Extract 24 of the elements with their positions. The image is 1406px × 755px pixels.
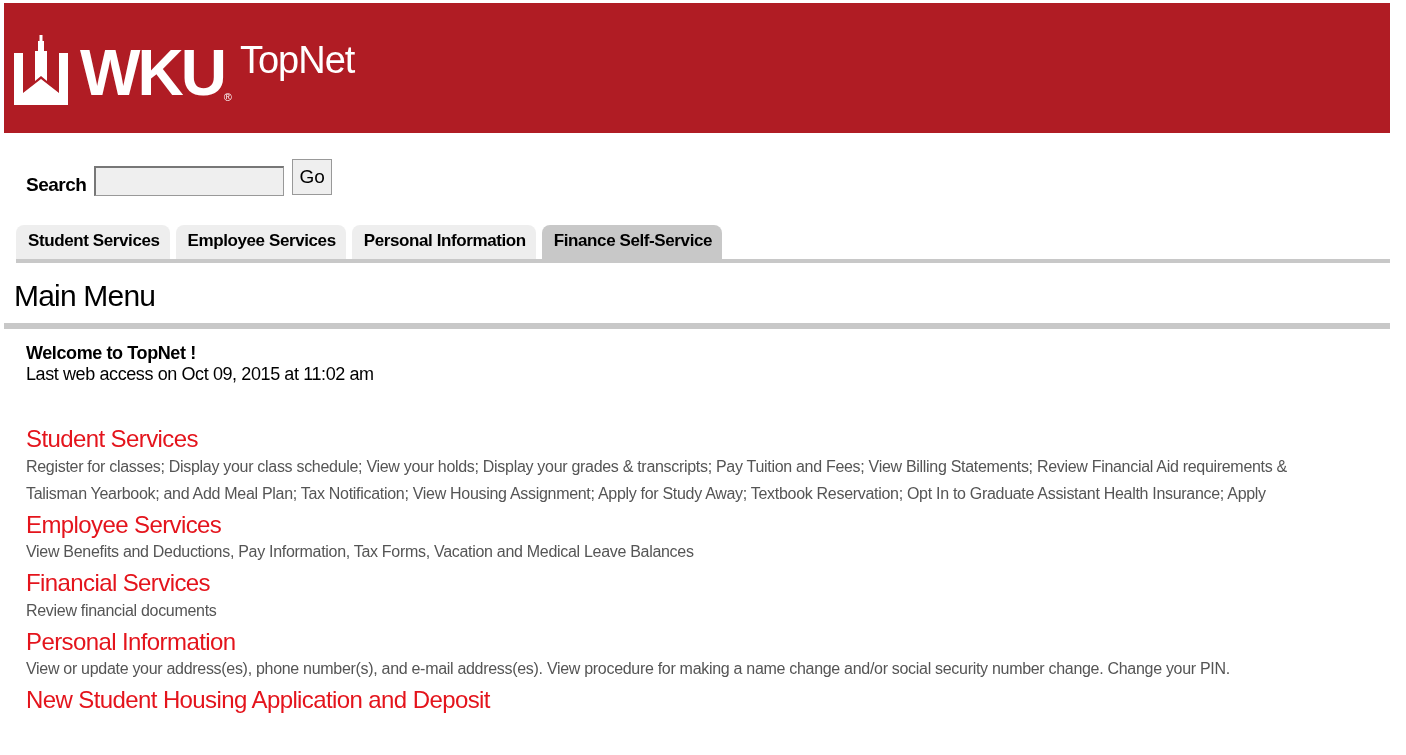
menu-description: Review financial documents: [26, 600, 218, 621]
search-field[interactable]: [94, 166, 285, 196]
tab[interactable]: Employee Services: [175, 225, 346, 259]
menu-link[interactable]: Personal Information: [26, 627, 236, 656]
registered-mark: ®: [223, 91, 232, 103]
app-name: TopNet: [239, 39, 355, 82]
last-access-text: Last web access on Oct 09, 2015 at 11:02 am: [26, 364, 375, 385]
welcome-title: Welcome to TopNet !: [26, 343, 197, 364]
menu-description: View Benefits and Deductions, Pay Information, Tax Forms, Vacation and Medical Leave Balances: [26, 542, 695, 563]
menu-link[interactable]: Financial Services: [26, 569, 210, 597]
menu-link[interactable]: New Student Housing Application and Deposit: [26, 686, 490, 714]
tab[interactable]: Student Services: [16, 225, 170, 259]
go-button[interactable]: Go: [292, 159, 332, 195]
menu-description: Register for classes; Display your class schedule; View your holds; Display your grades & transcripts; Pay Tuition and Fees; View Billing Statements; Review Financial Aid requirements &: [26, 456, 1288, 477]
menu-link[interactable]: Employee Services: [26, 510, 222, 539]
logo-text: WKU: [80, 41, 224, 105]
menu-link[interactable]: Student Services: [26, 425, 198, 453]
tab[interactable]: Finance Self-Service: [541, 225, 723, 259]
tab[interactable]: Personal Information: [351, 225, 536, 259]
tower-logo-icon: [14, 35, 68, 105]
menu-description: View or update your address(es), phone number(s), and e-mail address(es). View procedure for making a name change and/or social security number change. Change your PIN.: [26, 659, 1231, 680]
search-label: Search: [26, 174, 87, 196]
menu-description: Talisman Yearbook; and Add Meal Plan; Tax Notification; View Housing Assignment; Apply for Study Away; Textbook Reservation; Opt In to Graduate Assistant Health Insurance; Apply: [26, 483, 1267, 504]
page-title: Main Menu: [14, 279, 157, 313]
